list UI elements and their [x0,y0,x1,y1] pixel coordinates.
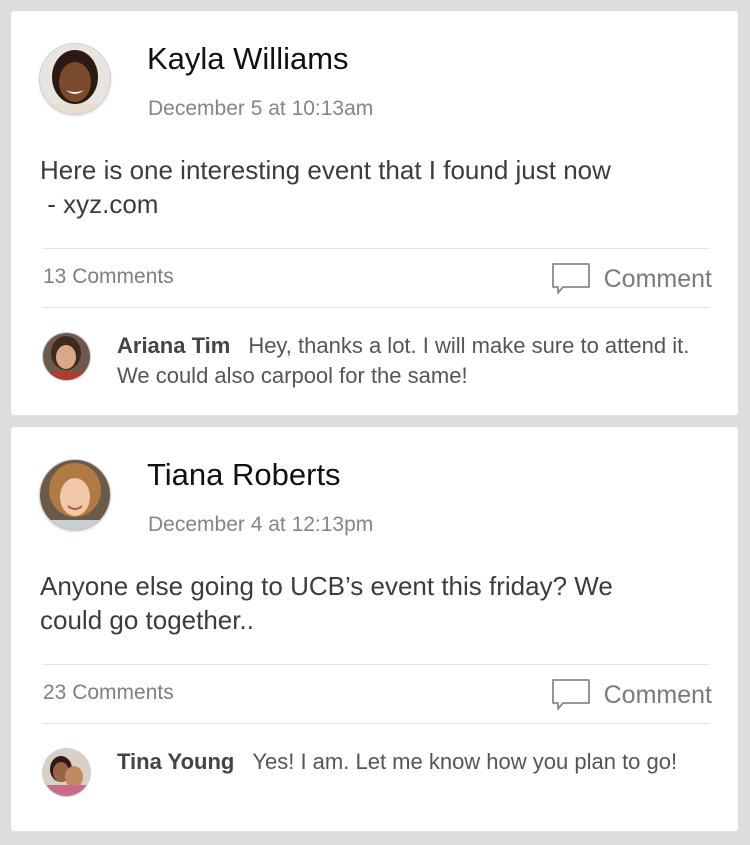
top-comment: Ariana Tim Hey, thanks a lot. I will make… [117,331,707,391]
commenter-name[interactable]: Ariana Tim [117,333,230,358]
avatar-photo [40,44,110,114]
speech-bubble-icon [551,679,590,710]
post-author-name[interactable]: Kayla Williams [147,41,349,77]
comments-count-link[interactable]: 13 Comments [43,265,174,289]
author-avatar[interactable] [40,44,110,114]
divider [42,307,710,308]
divider [42,664,710,665]
divider [42,248,710,249]
post-timestamp[interactable]: December 4 at 12:13pm [148,513,373,537]
avatar-photo [43,749,90,796]
comments-count-link[interactable]: 23 Comments [43,681,174,705]
speech-bubble-icon [551,263,590,294]
avatar-photo [40,460,110,530]
comment-text: Yes! I am. Let me know how you plan to g… [252,749,678,774]
post-body-line: Here is one interesting event that I fou… [40,155,611,185]
post-body: Anyone else going to UCB’s event this fr… [40,569,700,637]
commenter-avatar[interactable] [43,749,90,796]
avatar-photo [43,333,90,380]
comment-button[interactable]: Comment [551,677,712,713]
post-card: Kayla Williams December 5 at 10:13am Her… [11,11,738,415]
post-body-line: Anyone else going to UCB’s event this fr… [40,571,613,601]
author-avatar[interactable] [40,460,110,530]
post-timestamp[interactable]: December 5 at 10:13am [148,97,373,121]
comment-button-label: Comment [603,680,712,709]
commenter-name[interactable]: Tina Young [117,749,234,774]
post-card: Tiana Roberts December 4 at 12:13pm Anyo… [11,427,738,831]
post-author-name[interactable]: Tiana Roberts [147,457,341,493]
post-body-line: - xyz.com [40,189,159,219]
post-body-line: could go together.. [40,605,254,635]
commenter-avatar[interactable] [43,333,90,380]
comment-button-label: Comment [603,264,712,293]
divider [42,723,710,724]
top-comment: Tina Young Yes! I am. Let me know how you… [117,747,707,777]
post-body: Here is one interesting event that I fou… [40,153,700,221]
comment-button[interactable]: Comment [551,261,712,297]
